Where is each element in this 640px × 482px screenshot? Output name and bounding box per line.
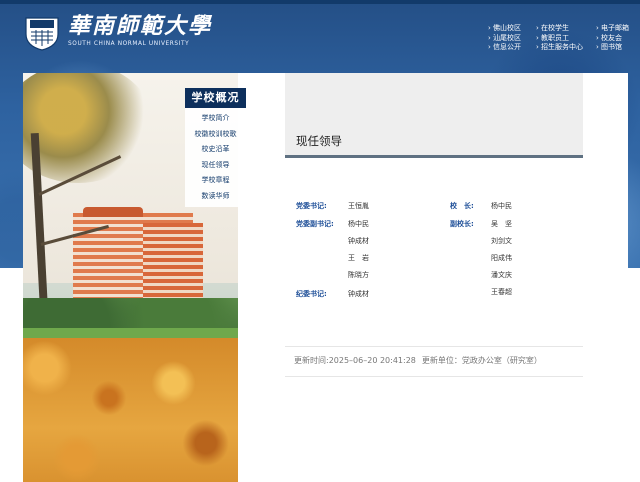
leader-name: 王春超	[491, 288, 512, 296]
nav-link-info[interactable]: 信息公开	[488, 43, 521, 53]
title-divider	[285, 155, 583, 158]
nav-link-students[interactable]: 在校学生	[536, 24, 583, 34]
sidebar-list: 学校简介 校徽校训校歌 校史沿革 现任领导 学校章程 数读华师	[185, 108, 246, 207]
sidebar-item-charter[interactable]: 学校章程	[185, 173, 246, 189]
shield-icon	[22, 12, 62, 52]
label-deputy-party-secretary: 党委副书记:	[296, 220, 334, 228]
main-content: 现任领导 党委书记: 王恒胤 党委副书记: 杨中民 钟成材 王 岩 陈晓方 纪委…	[238, 73, 628, 482]
leader-name: 阳成伟	[491, 254, 512, 262]
university-logo[interactable]: 華南師範大學 SOUTH CHINA NORMAL UNIVERSITY	[22, 12, 212, 52]
leader-name: 杨中民	[348, 220, 369, 228]
sidebar-item-intro[interactable]: 学校简介	[185, 111, 246, 127]
label-party-secretary: 党委书记:	[296, 202, 327, 210]
label-vice-president: 副校长:	[450, 220, 474, 228]
update-unit: 更新单位：党政办公室（研究室）	[421, 356, 542, 365]
update-time: 更新时间:2025–06–20 20:41:28	[294, 356, 416, 365]
nav-link-library[interactable]: 图书馆	[596, 43, 629, 53]
nav-link-foshan[interactable]: 佛山校区	[488, 24, 521, 34]
nav-link-admissions[interactable]: 招生服务中心	[536, 43, 583, 53]
sidebar-item-current-leaders[interactable]: 现任领导	[185, 158, 246, 174]
leader-name: 王恒胤	[348, 202, 369, 210]
leader-name: 刘剑文	[491, 237, 512, 245]
page-edge	[628, 268, 640, 482]
update-info: 更新时间:2025–06–20 20:41:28 更新单位：党政办公室（研究室）	[294, 355, 548, 366]
label-president: 校 长:	[450, 202, 474, 210]
sidebar-title: 学校概况	[185, 88, 246, 108]
leader-name: 王 岩	[348, 254, 369, 262]
nav-link-email[interactable]: 电子邮箱	[596, 24, 629, 34]
leader-name: 吴 坚	[491, 220, 512, 228]
nav-link-shanwei[interactable]: 汕尾校区	[488, 34, 521, 44]
top-border	[0, 0, 640, 4]
leader-name: 杨中民	[491, 202, 512, 210]
sidebar-item-history[interactable]: 校史沿革	[185, 142, 246, 158]
leader-name: 钟成材	[348, 290, 369, 298]
label-discipline-secretary: 纪委书记:	[296, 290, 327, 298]
sidebar-menu: 学校概况 学校简介 校徽校训校歌 校史沿革 现任领导 学校章程 数读华师	[185, 88, 246, 207]
nav-link-alumni[interactable]: 校友会	[596, 34, 629, 44]
sidebar-item-stats[interactable]: 数读华师	[185, 189, 246, 205]
logo-chinese-name: 華南師範大學	[68, 13, 213, 39]
page-title: 现任领导	[296, 134, 342, 148]
logo-english-name: SOUTH CHINA NORMAL UNIVERSITY	[68, 41, 190, 47]
leader-name: 钟成材	[348, 237, 369, 245]
sidebar-item-emblem-motto-song[interactable]: 校徽校训校歌	[185, 127, 246, 143]
leader-name: 陈晓方	[348, 271, 369, 279]
nav-link-staff[interactable]: 教职员工	[536, 34, 583, 44]
leader-name: 潘文庆	[491, 271, 512, 279]
